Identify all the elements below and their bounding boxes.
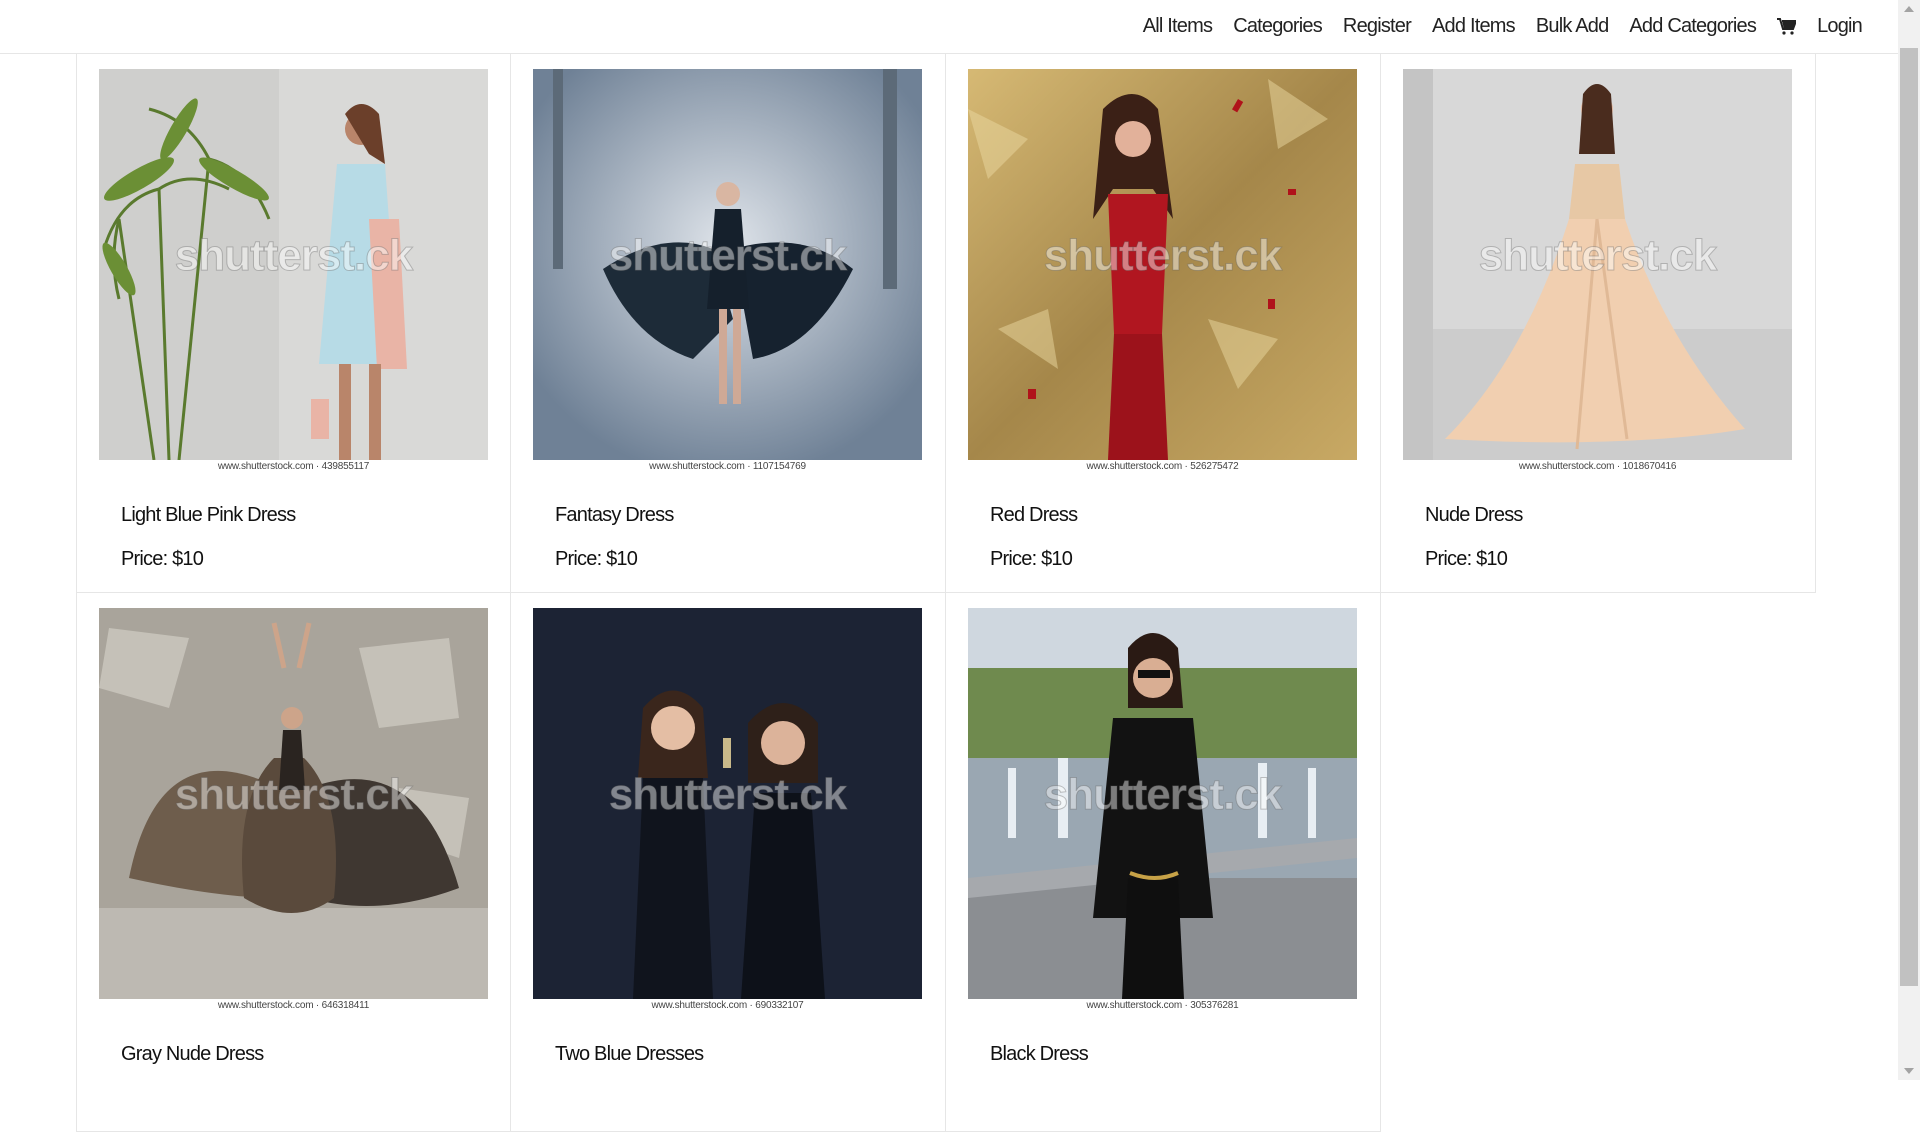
image-credit: www.shutterstock.com · 1018670416 xyxy=(1518,461,1677,472)
nav-categories[interactable]: Categories xyxy=(1233,15,1323,38)
product-image[interactable]: shutterst.ck xyxy=(533,608,922,999)
product-title[interactable]: Fantasy Dress xyxy=(555,504,674,527)
product-card[interactable]: shutterst.ck www.shutterstock.com · 1107… xyxy=(511,54,946,593)
nav-all-items[interactable]: All Items xyxy=(1143,15,1213,38)
product-image[interactable]: shutterst.ck xyxy=(1403,69,1792,460)
product-image[interactable]: shutterst.ck xyxy=(99,69,488,460)
product-card[interactable]: shutterst.ck www.shutterstock.com · 6463… xyxy=(76,593,511,1132)
watermark: shutterst.ck xyxy=(1043,770,1282,820)
product-card[interactable]: shutterst.ck www.shutterstock.com · 1018… xyxy=(1381,54,1816,593)
product-card[interactable]: shutterst.ck www.shutterstock.com · 6903… xyxy=(511,593,946,1132)
image-credit: www.shutterstock.com · 690332107 xyxy=(651,1000,804,1011)
image-credit: www.shutterstock.com · 526275472 xyxy=(1086,461,1239,472)
watermark: shutterst.ck xyxy=(1478,231,1717,281)
product-price: Price: $10 xyxy=(121,548,204,570)
product-card[interactable]: shutterst.ck www.shutterstock.com · 4398… xyxy=(76,54,511,593)
watermark: shutterst.ck xyxy=(174,231,413,281)
scroll-up-arrow-icon[interactable] xyxy=(1904,6,1914,12)
scrollbar-thumb[interactable] xyxy=(1900,48,1918,986)
product-price: Price: $10 xyxy=(1425,548,1508,570)
product-title[interactable]: Nude Dress xyxy=(1425,504,1523,527)
product-card[interactable]: shutterst.ck www.shutterstock.com · 3053… xyxy=(946,593,1381,1132)
nav-login[interactable]: Login xyxy=(1817,15,1863,38)
product-title[interactable]: Red Dress xyxy=(990,504,1078,527)
image-credit: www.shutterstock.com · 1107154769 xyxy=(649,461,806,472)
product-title[interactable]: Two Blue Dresses xyxy=(555,1043,704,1066)
nav-register[interactable]: Register xyxy=(1343,15,1412,38)
scroll-down-arrow-icon[interactable] xyxy=(1904,1068,1914,1074)
product-price: Price: $10 xyxy=(990,548,1073,570)
image-credit: www.shutterstock.com · 439855117 xyxy=(217,461,370,472)
watermark: shutterst.ck xyxy=(1043,231,1282,281)
product-title[interactable]: Light Blue Pink Dress xyxy=(121,504,296,527)
watermark: shutterst.ck xyxy=(608,231,847,281)
nav-bulk-add[interactable]: Bulk Add xyxy=(1536,15,1609,38)
top-navbar: All Items Categories Register Add Items … xyxy=(0,0,1898,54)
watermark: shutterst.ck xyxy=(608,770,847,820)
watermark: shutterst.ck xyxy=(174,770,413,820)
page-scrollbar[interactable] xyxy=(1898,0,1920,1080)
product-image[interactable]: shutterst.ck xyxy=(533,69,922,460)
product-title[interactable]: Gray Nude Dress xyxy=(121,1043,264,1066)
product-card[interactable]: shutterst.ck www.shutterstock.com · 5262… xyxy=(946,54,1381,593)
shopping-cart-icon[interactable] xyxy=(1777,18,1797,35)
product-title[interactable]: Black Dress xyxy=(990,1043,1089,1066)
image-credit: www.shutterstock.com · 305376281 xyxy=(1086,1000,1239,1011)
product-image[interactable]: shutterst.ck xyxy=(968,608,1357,999)
nav-links: All Items Categories Register Add Items … xyxy=(1143,0,1863,53)
product-price: Price: $10 xyxy=(555,548,638,570)
nav-add-categories[interactable]: Add Categories xyxy=(1629,15,1756,38)
product-image[interactable]: shutterst.ck xyxy=(99,608,488,999)
product-image[interactable]: shutterst.ck xyxy=(968,69,1357,460)
image-credit: www.shutterstock.com · 646318411 xyxy=(217,1000,370,1011)
nav-add-items[interactable]: Add Items xyxy=(1432,15,1516,38)
product-grid: shutterst.ck www.shutterstock.com · 4398… xyxy=(76,54,1816,1132)
